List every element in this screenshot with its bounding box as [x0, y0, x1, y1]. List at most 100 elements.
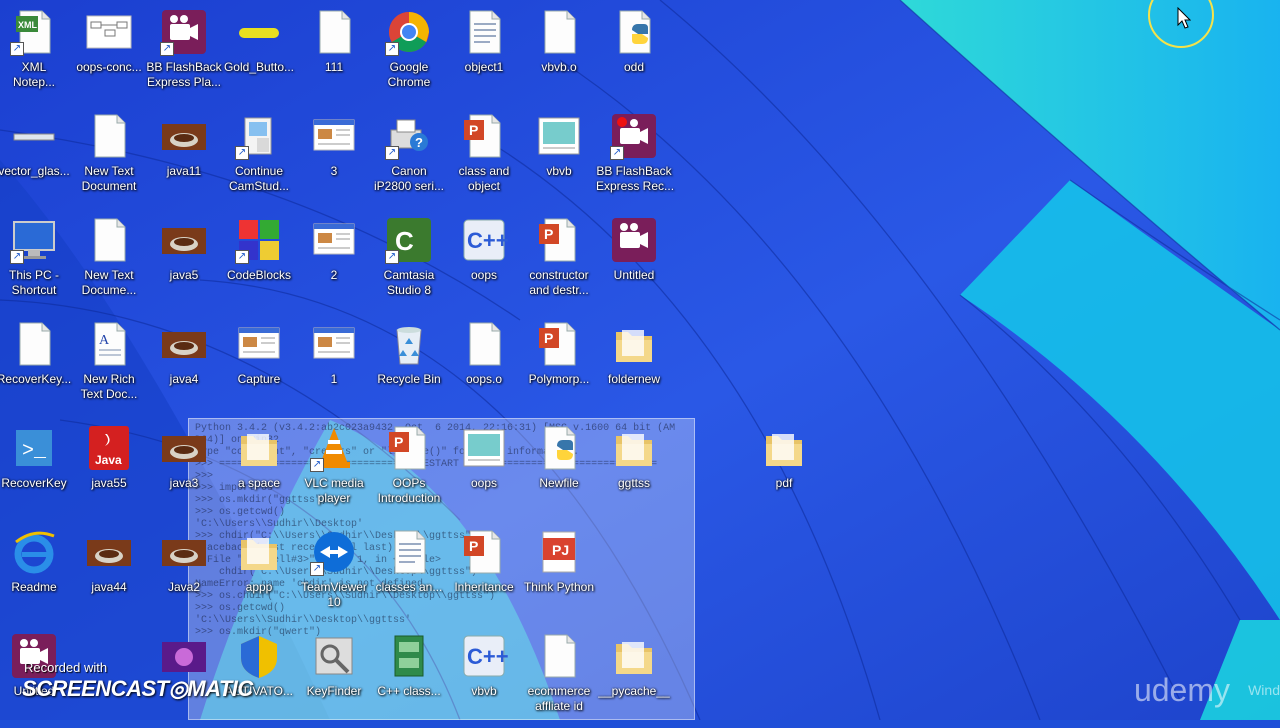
diagram-doc-icon [85, 8, 133, 56]
desktop-icon-1[interactable]: 1 [296, 316, 372, 416]
desktop-icon-vlc-media-player[interactable]: ↗ VLC media player [296, 420, 372, 520]
desktop-icon-111[interactable]: 111 [296, 4, 372, 104]
desktop-icon-vbvb[interactable]: vbvb [521, 108, 597, 208]
desktop-icon-new-text-docume[interactable]: New Text Docume... [71, 212, 147, 312]
desktop-icon-untitled[interactable]: Untitled [596, 212, 672, 312]
image-file-icon [535, 112, 583, 160]
desktop-icon-bb-flashback-express-rec[interactable]: ↗ BB FlashBack Express Rec... [596, 108, 674, 208]
desktop-icon-java11[interactable]: java11 [146, 108, 222, 208]
desktop-icon-ggttss[interactable]: ggttss [596, 420, 672, 520]
desktop-icon-ecommerce-affliate-id[interactable]: ecommerce affliate id [521, 628, 597, 728]
desktop-icon-new-text-document[interactable]: New Text Document [71, 108, 147, 208]
java-image-icon [160, 528, 208, 576]
desktop-icon-label: pdf [775, 476, 793, 490]
desktop-icon-oops-conc[interactable]: oops-conc... [71, 4, 147, 104]
desktop-icon-google-chrome[interactable]: ↗ Google Chrome [371, 4, 447, 104]
desktop-icon-vbvb[interactable]: C++ vbvb [446, 628, 522, 728]
shortcut-arrow-icon: ↗ [10, 42, 24, 56]
desktop-icon-this-pc-shortcut[interactable]: ↗ This PC - Shortcut [0, 212, 72, 312]
python-file-icon [610, 8, 658, 56]
desktop-icon-recoverkey[interactable]: RecoverKey... [0, 316, 72, 416]
desktop-icon-label: a space [237, 476, 281, 490]
powerpoint-icon: P [385, 424, 433, 472]
desktop-icon-label: classes an... [375, 580, 443, 594]
blank-file-icon [535, 632, 583, 680]
desktop-icon-label: Canon iP2800 seri... [373, 164, 445, 193]
desktop-icon-label: oops [470, 268, 498, 282]
desktop-icon-inheritance[interactable]: P Inheritance [446, 524, 522, 624]
desktop-icon-appp[interactable]: appp [221, 524, 297, 624]
udemy-watermark: udemy [1133, 672, 1230, 708]
desktop-icon-keyfinder[interactable]: KeyFinder [296, 628, 372, 728]
svg-text:C++: C++ [467, 228, 508, 253]
desktop-icon-label: Recycle Bin [377, 372, 441, 386]
svg-text:PJ: PJ [552, 542, 569, 558]
shortcut-arrow-icon: ↗ [235, 146, 249, 160]
powerpoint-icon: P [460, 112, 508, 160]
desktop-icon-oops-o[interactable]: oops.o [446, 316, 522, 416]
desktop-icon-oops[interactable]: C++ oops [446, 212, 522, 312]
desktop-icon-label: OOPs Introduction [377, 476, 441, 505]
desktop-icon-label: vbvb [546, 164, 572, 178]
desktop-icon-capture[interactable]: Capture [221, 316, 297, 416]
folder-icon [235, 424, 283, 472]
bb-flashback-rec-icon: ↗ [610, 112, 658, 160]
desktop-icon-camtasia-studio-8[interactable]: C ↗ Camtasia Studio 8 [371, 212, 447, 312]
desktop-icon-2[interactable]: 2 [296, 212, 372, 312]
shortcut-arrow-icon: ↗ [310, 458, 324, 472]
desktop-icon-class-and-object[interactable]: Pclass and object [446, 108, 522, 208]
desktop-icon-label: Newfile [539, 476, 579, 490]
desktop-icon-object1[interactable]: object1 [446, 4, 522, 104]
screenshot-icon [310, 320, 358, 368]
desktop-icon-canon-ip2800-seri[interactable]: ? ↗ Canon iP2800 seri... [371, 108, 447, 208]
desktop-icon-c-class[interactable]: C++ class... [371, 628, 447, 728]
desktop-icon-oops-introduction[interactable]: P OOPs Introduction [371, 420, 447, 520]
desktop-icon-3[interactable]: 3 [296, 108, 372, 208]
desktop-icon-label: __pycache__ [598, 684, 670, 698]
desktop-icon-polymorp[interactable]: P Polymorp... [521, 316, 597, 416]
desktop-icon-recycle-bin[interactable]: Recycle Bin [371, 316, 447, 416]
shortcut-arrow-icon: ↗ [10, 250, 24, 264]
desktop-icon-label: ggttss [617, 476, 650, 490]
desktop-icon-constructor-and-destr[interactable]: Pconstructor and destr... [521, 212, 597, 312]
desktop-icon-java55[interactable]: Java java55 [71, 420, 147, 520]
desktop-icon-newfile[interactable]: Newfile [521, 420, 597, 520]
desktop-icon-label: RecoverKey [1, 476, 67, 490]
mouse-pointer-icon [1177, 7, 1191, 29]
java-image-icon [160, 320, 208, 368]
desktop-icon-pycache[interactable]: __pycache__ [596, 628, 672, 728]
desktop-icon-label: java4 [169, 372, 199, 386]
desktop-icon-java3[interactable]: java3 [146, 420, 222, 520]
desktop-icon-codeblocks[interactable]: ↗ CodeBlocks [221, 212, 297, 312]
desktop-icon-vector-glas[interactable]: vector_glas... [0, 108, 72, 208]
desktop-icon-java2[interactable]: Java2 [146, 524, 222, 624]
desktop-icon-label: BB FlashBack Express Pla... [146, 60, 222, 89]
desktop-icon-a-space[interactable]: a space [221, 420, 297, 520]
blank-file-icon [10, 320, 58, 368]
desktop-icon-java4[interactable]: java4 [146, 316, 222, 416]
desktop-icon-odd[interactable]: odd [596, 4, 672, 104]
desktop-icon-continue-camstud[interactable]: ↗ Continue CamStud... [221, 108, 297, 208]
desktop-icon-vbvb-o[interactable]: vbvb.o [521, 4, 597, 104]
desktop-icon-classes-an[interactable]: classes an... [371, 524, 447, 624]
desktop-icon-java44[interactable]: java44 [71, 524, 147, 624]
desktop-icon-teamviewer-10[interactable]: ↗ TeamViewer 10 [296, 524, 372, 624]
desktop-icon-label: oops.o [465, 372, 503, 386]
desktop-icon-readme[interactable]: Readme [0, 524, 72, 624]
desktop-icon-new-rich-text-doc[interactable]: A New Rich Text Doc... [71, 316, 147, 416]
svg-text:P: P [544, 226, 553, 242]
desktop-icon-gold-butto[interactable]: Gold_Butto... [221, 4, 297, 104]
desktop-icon-foldernew[interactable]: foldernew [596, 316, 672, 416]
desktop-icon-think-python[interactable]: PJ Think Python [521, 524, 597, 624]
screencast-logo-text: SCREENCAST◎MATIC [22, 676, 253, 701]
desktop-icon-label: RecoverKey... [0, 372, 72, 386]
desktop-icon-label: oops-conc... [76, 60, 142, 74]
desktop-icon-label: java44 [91, 580, 127, 594]
desktop-icon-xml-notep[interactable]: XML ↗ XML Notep... [0, 4, 72, 104]
desktop-icon-bb-flashback-express-pla[interactable]: ↗ BB FlashBack Express Pla... [146, 4, 222, 104]
desktop-icon-oops[interactable]: oops [446, 420, 522, 520]
blank-file-icon [535, 8, 583, 56]
desktop-icon-java5[interactable]: java5 [146, 212, 222, 312]
desktop-icon-pdf[interactable]: pdf [746, 420, 822, 520]
desktop-icon-recoverkey[interactable]: >_ RecoverKey [0, 420, 72, 520]
